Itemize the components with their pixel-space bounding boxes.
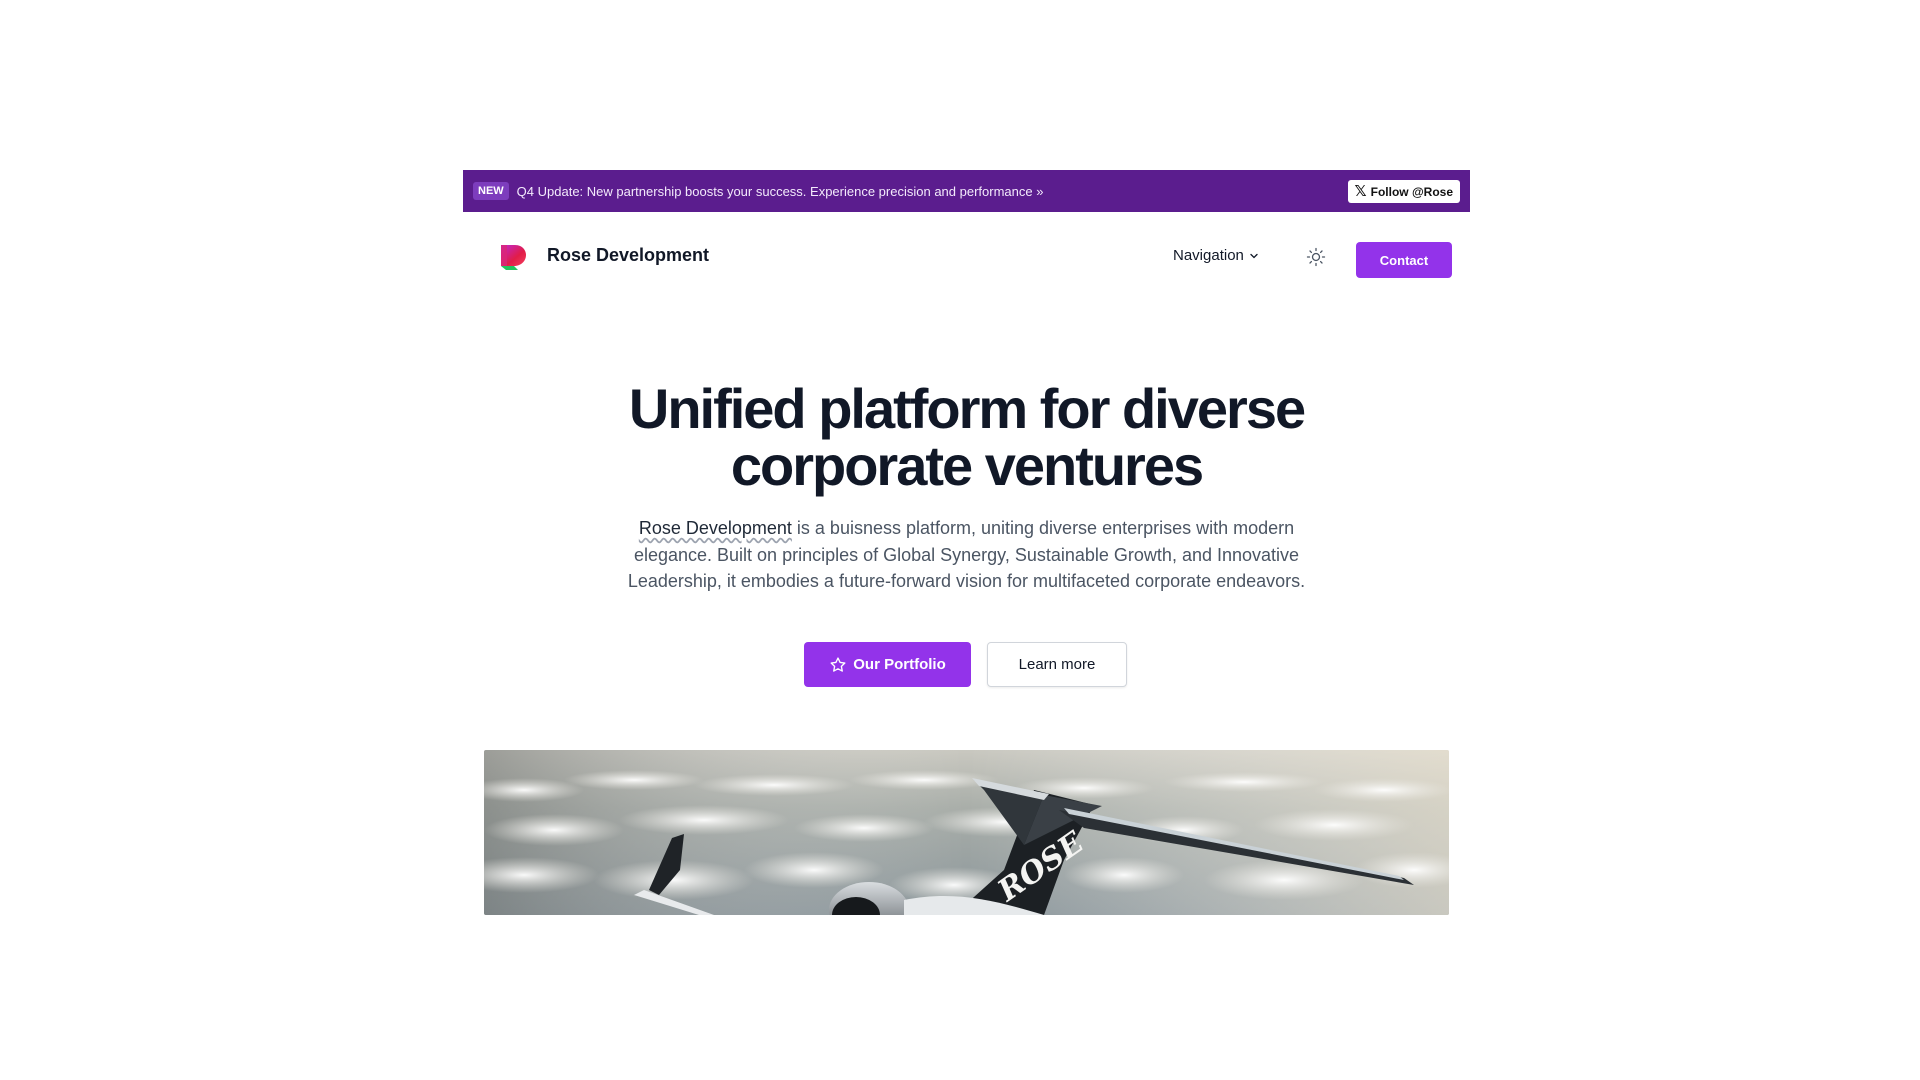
site-header: Rose Development Navigation Contact (463, 212, 1470, 304)
announcement-banner[interactable]: NEW Q4 Update: New partnership boosts yo… (463, 170, 1470, 212)
x-logo-icon: 𝕏 (1354, 183, 1367, 200)
contact-button[interactable]: Contact (1356, 242, 1452, 278)
sun-icon[interactable] (1306, 247, 1326, 267)
hero-title-line-2: corporate ventures (730, 434, 1204, 497)
announcement-text[interactable]: Q4 Update: New partnership boosts your s… (517, 184, 1044, 199)
our-portfolio-label: Our Portfolio (853, 656, 946, 673)
our-portfolio-button[interactable]: Our Portfolio (804, 642, 971, 687)
brand-link[interactable]: Rose Development (639, 518, 792, 538)
follow-label: Follow @Rose (1370, 184, 1453, 199)
navigation-dropdown[interactable]: Navigation (1173, 247, 1259, 264)
hero-description: Rose Development is a buisness platform,… (603, 515, 1330, 595)
navigation-label: Navigation (1173, 247, 1244, 264)
learn-more-button[interactable]: Learn more (987, 642, 1127, 687)
star-icon (830, 656, 846, 672)
chevron-down-icon (1250, 253, 1258, 258)
brand-name[interactable]: Rose Development (547, 245, 709, 266)
hero-title-line-1: Unified platform for diverse (628, 377, 1306, 440)
hero-title: Unified platform for diverse corporate v… (463, 380, 1470, 494)
new-badge: NEW (473, 182, 509, 200)
brand-logo-icon[interactable] (498, 242, 528, 272)
hero-jet-image: ROSE (484, 750, 1449, 915)
follow-button[interactable]: 𝕏 Follow @Rose (1347, 180, 1460, 203)
landing-page: NEW Q4 Update: New partnership boosts yo… (463, 170, 1470, 915)
